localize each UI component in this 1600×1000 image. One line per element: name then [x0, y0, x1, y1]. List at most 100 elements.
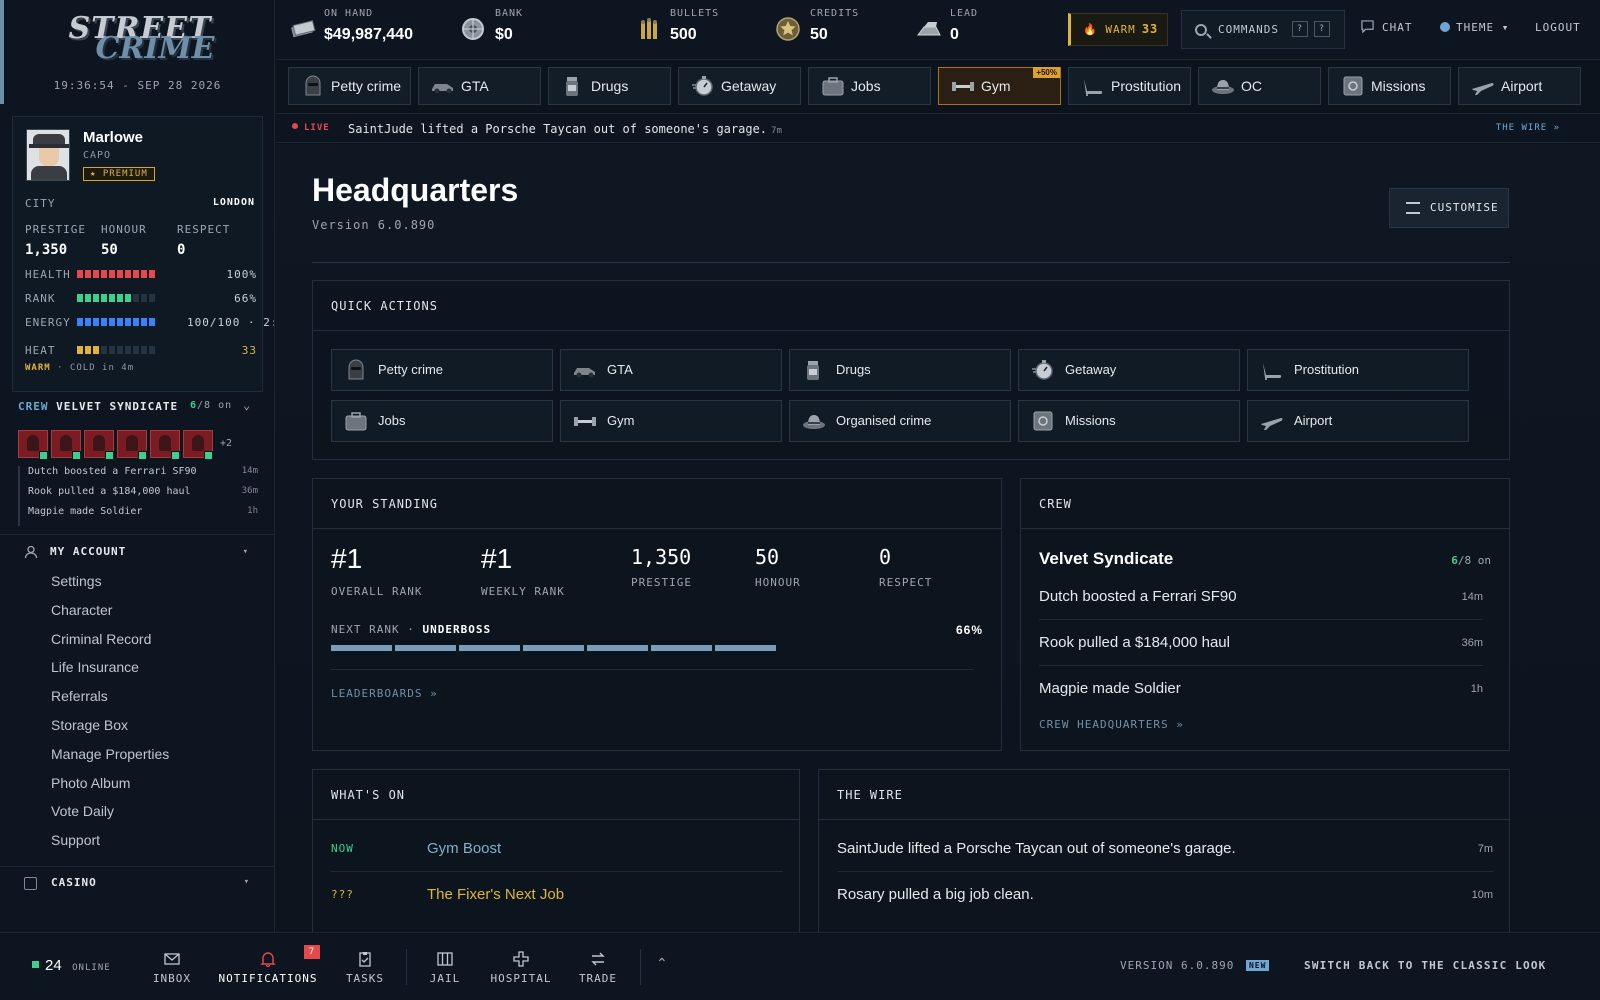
- account-item-manage-properties[interactable]: Manage Properties: [0, 740, 274, 769]
- nav-jobs[interactable]: Jobs: [808, 67, 931, 105]
- account-item-vote-daily[interactable]: Vote Daily: [0, 797, 274, 826]
- footer-label: NOTIFICATIONS: [218, 972, 318, 985]
- nav-label: Jobs: [851, 78, 881, 94]
- crew-member-avatar[interactable]: [183, 430, 213, 460]
- event-when: NOW: [331, 842, 354, 855]
- street-crime-logo[interactable]: STREET CRIME: [55, 14, 225, 72]
- account-item-photo-album[interactable]: Photo Album: [0, 769, 274, 798]
- caret-down-icon: ▾: [242, 547, 249, 557]
- nav-gym[interactable]: Gym +50%: [938, 67, 1061, 105]
- leaderboards-link[interactable]: LEADERBOARDS »: [331, 687, 438, 700]
- bar-segment: [141, 318, 147, 326]
- crew-online-count: 6/8 on: [190, 400, 232, 411]
- quick-action-petty-crime[interactable]: Petty crime: [331, 349, 553, 391]
- crew-member-avatar[interactable]: [18, 430, 48, 460]
- crew-more-count[interactable]: +2: [220, 438, 232, 458]
- crew-member-avatar[interactable]: [84, 430, 114, 460]
- account-item-settings[interactable]: Settings: [0, 567, 274, 596]
- main-content: Headquarters Version 6.0.890 CUSTOMISE Q…: [276, 144, 1600, 932]
- crew-name[interactable]: Velvet Syndicate: [1039, 549, 1173, 569]
- hospital-button[interactable]: HOSPITAL: [490, 933, 552, 1000]
- logout-button[interactable]: LOGOUT: [1535, 0, 1581, 60]
- event-gym-boost[interactable]: Gym Boost: [427, 826, 501, 872]
- account-item-life-insurance[interactable]: Life Insurance: [0, 653, 274, 682]
- wire-text: Rosary pulled a big job clean.: [837, 886, 1034, 903]
- quick-action-drugs[interactable]: Drugs: [789, 349, 1011, 391]
- car-icon: [574, 368, 595, 378]
- city-value[interactable]: LONDON: [213, 197, 255, 208]
- event-row[interactable]: NOW Gym Boost: [331, 826, 783, 872]
- ticker-message[interactable]: SaintJude lifted a Porsche Taycan out of…: [348, 122, 782, 136]
- quick-action-jobs[interactable]: Jobs: [331, 400, 553, 442]
- my-account-toggle[interactable]: MY ACCOUNT ▾: [0, 537, 274, 567]
- progress-segment: [843, 645, 904, 651]
- crew-name[interactable]: VELVET SYNDICATE: [56, 400, 178, 413]
- theme-dropdown[interactable]: THEME ▾: [1440, 0, 1509, 60]
- bar-segment: [93, 346, 99, 354]
- nav-prostitution[interactable]: Prostitution: [1068, 67, 1191, 105]
- account-item-referrals[interactable]: Referrals: [0, 682, 274, 711]
- nav-airport[interactable]: Airport: [1458, 67, 1581, 105]
- nav-getaway[interactable]: Getaway: [678, 67, 801, 105]
- bar-segment: [109, 318, 115, 326]
- crew-member-avatar[interactable]: [117, 430, 147, 460]
- nav-petty-crime[interactable]: Petty crime: [288, 67, 411, 105]
- quick-action-prostitution[interactable]: Prostitution: [1247, 349, 1469, 391]
- account-item-criminal-record[interactable]: Criminal Record: [0, 625, 274, 654]
- rank-label: RANK: [25, 292, 56, 305]
- tasks-button[interactable]: TASKS: [340, 933, 390, 1000]
- nav-label: Missions: [1371, 78, 1426, 94]
- classic-look-link[interactable]: SWITCH BACK TO THE CLASSIC LOOK: [1304, 959, 1547, 972]
- event-row[interactable]: ??? The Fixer's Next Job: [331, 872, 783, 918]
- commands-button[interactable]: COMMANDS ? ?: [1181, 10, 1345, 49]
- account-item-character[interactable]: Character: [0, 596, 274, 625]
- event-fixers-next-job[interactable]: The Fixer's Next Job: [427, 872, 564, 918]
- account-item-storage-box[interactable]: Storage Box: [0, 711, 274, 740]
- next-rank-percent: 66%: [955, 623, 983, 637]
- quick-action-gym[interactable]: Gym: [560, 400, 782, 442]
- nav-missions[interactable]: Missions: [1328, 67, 1451, 105]
- chevron-up-icon[interactable]: ⌃: [656, 955, 668, 972]
- theme-label: THEME ▾: [1456, 21, 1510, 34]
- trade-button[interactable]: TRADE: [574, 933, 622, 1000]
- server-clock: 19:36:54 - SEP 28 2026: [53, 79, 222, 92]
- customise-button[interactable]: CUSTOMISE: [1389, 188, 1509, 228]
- search-icon: [1195, 24, 1207, 36]
- chat-button[interactable]: CHAT: [1361, 0, 1413, 60]
- chevron-down-icon[interactable]: ⌄: [243, 398, 251, 412]
- energy-segments: [77, 318, 155, 326]
- nav-gta[interactable]: GTA: [418, 67, 541, 105]
- crew-member-avatar[interactable]: [51, 430, 81, 460]
- quick-action-gta[interactable]: GTA: [560, 349, 782, 391]
- divider: [0, 534, 274, 535]
- inbox-button[interactable]: INBOX: [148, 933, 196, 1000]
- page-version: Version 6.0.890: [312, 218, 436, 232]
- crew-member-avatar[interactable]: [150, 430, 180, 460]
- quick-action-organised-crime[interactable]: Organised crime: [789, 400, 1011, 442]
- bar-segment: [133, 346, 139, 354]
- jail-button[interactable]: JAIL: [424, 933, 466, 1000]
- next-rank-prefix: NEXT RANK ·: [331, 623, 415, 636]
- quick-action-label: Jobs: [378, 413, 406, 428]
- nav-oc[interactable]: OC: [1198, 67, 1321, 105]
- account-item-support[interactable]: Support: [0, 826, 274, 855]
- quick-action-airport[interactable]: Airport: [1247, 400, 1469, 442]
- casino-menu-toggle[interactable]: CASINO ▾: [0, 868, 274, 898]
- bottom-bar: 24 ONLINE INBOX 7 NOTIFICATIONS TASKS JA…: [0, 932, 1600, 1000]
- crew-activity-log: Dutch boosted a Ferrari SF90 14m Rook pul…: [18, 466, 258, 526]
- the-wire-link[interactable]: THE WIRE »: [1496, 123, 1560, 133]
- heat-warm-indicator[interactable]: 🔥 WARM 33: [1068, 13, 1168, 46]
- stopwatch-icon: [1032, 360, 1053, 380]
- quick-action-missions[interactable]: Missions: [1018, 400, 1240, 442]
- notifications-button[interactable]: 7 NOTIFICATIONS: [218, 933, 320, 1000]
- crew-headquarters-link[interactable]: CREW HEADQUARTERS »: [1039, 718, 1184, 731]
- standing-honour-label: HONOUR: [755, 576, 801, 589]
- quick-action-getaway[interactable]: Getaway: [1018, 349, 1240, 391]
- avatar[interactable]: [26, 129, 70, 181]
- heat-status: WARM · COLD in 4m: [25, 363, 134, 373]
- bar-segment: [149, 294, 155, 302]
- crew-header[interactable]: CREW VELVET SYNDICATE 6/8 on ⌄: [18, 398, 263, 413]
- online-counter[interactable]: 24 ONLINE: [32, 957, 111, 975]
- player-name[interactable]: Marlowe: [83, 129, 143, 146]
- nav-drugs[interactable]: Drugs: [548, 67, 671, 105]
